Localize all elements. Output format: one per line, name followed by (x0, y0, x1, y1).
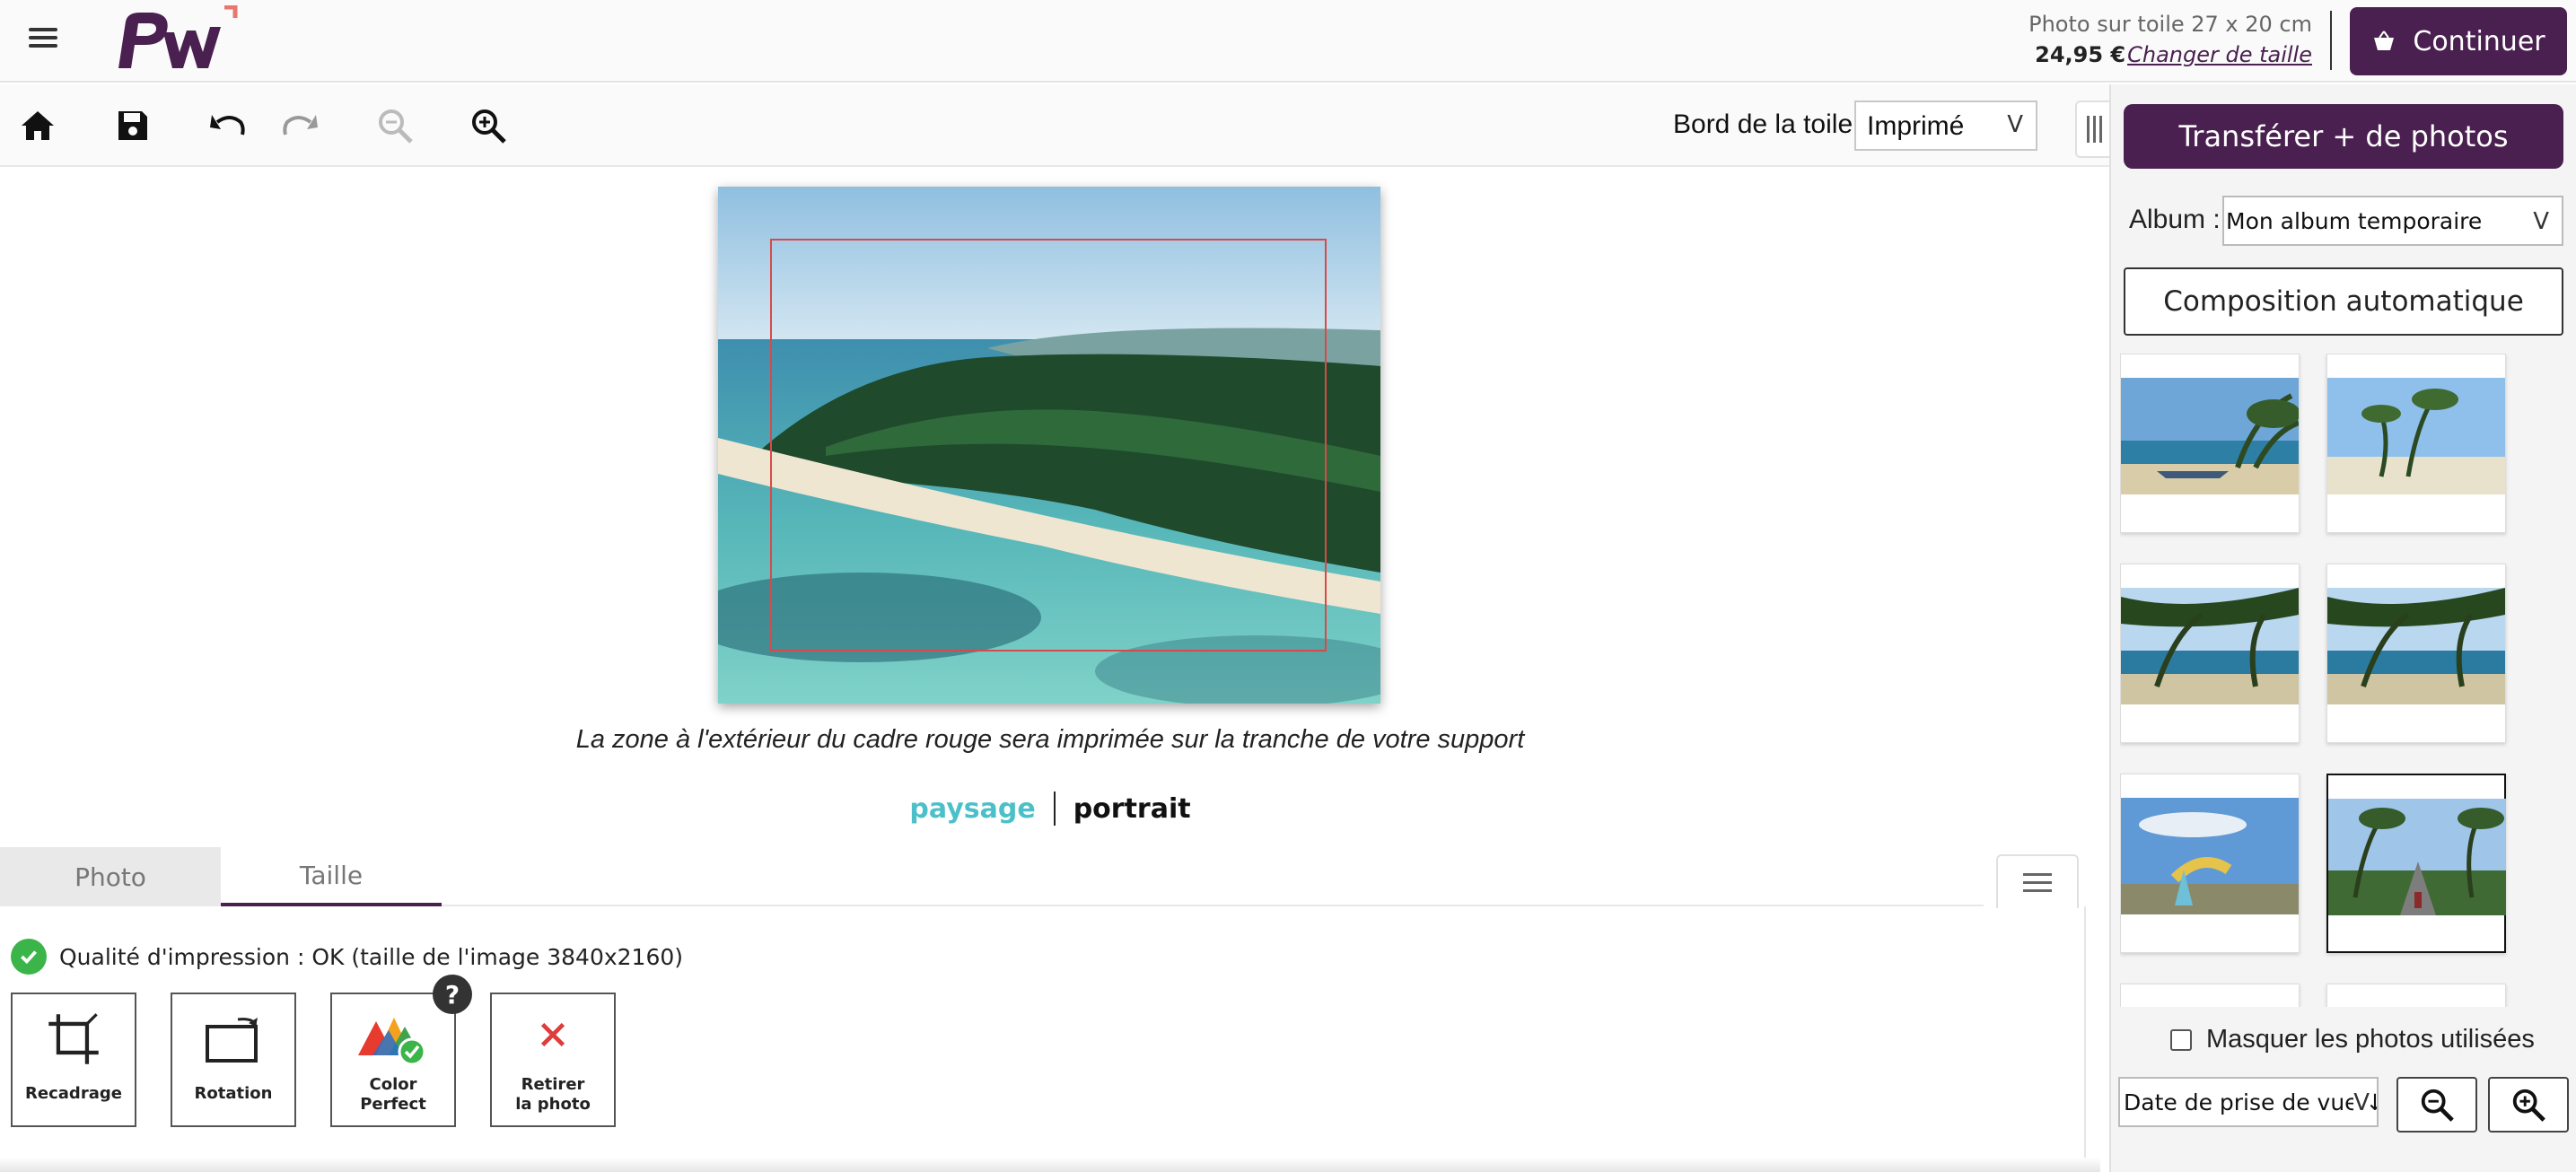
pw-logo[interactable] (101, 4, 244, 77)
photo-thumbnail-selected[interactable] (2326, 774, 2506, 953)
hide-used-label: Masquer les photos utilisées (2206, 1025, 2535, 1054)
remove-photo-button[interactable]: Retirer la photo (490, 993, 616, 1127)
photo-thumbnail-grid (2120, 354, 2569, 1007)
tab-photo[interactable]: Photo (0, 847, 221, 906)
photo-thumbnail[interactable] (2326, 564, 2506, 743)
crop-label: Recadrage (25, 1084, 122, 1103)
remove-photo-label-2: la photo (515, 1095, 591, 1114)
rotate-button[interactable]: Rotation (171, 993, 296, 1127)
thumbnail-image (2328, 799, 2506, 915)
remove-photo-label-1: Retirer (521, 1075, 585, 1094)
zoom-in-icon (2512, 1089, 2545, 1122)
editor-toolbar: Bord de la toile : Imprimé V (0, 84, 2109, 167)
photo-thumbnail[interactable] (2120, 984, 2300, 1007)
sort-select-value: Date de prise de vue ↓ (2124, 1089, 2379, 1115)
upload-photos-button[interactable]: Transférer + de photos (2124, 104, 2563, 169)
zoom-in-icon[interactable] (463, 101, 513, 151)
crop-button[interactable]: Recadrage (11, 993, 136, 1127)
change-size-link[interactable]: Changer de taille (2127, 42, 2312, 67)
print-quality-text: Qualité d'impression : OK (taille de l'i… (59, 943, 684, 970)
continue-label: Continuer (2413, 25, 2545, 57)
thumbnail-image (2121, 798, 2299, 914)
photo-thumbnail[interactable] (2326, 984, 2506, 1007)
border-select[interactable]: Imprimé V (1854, 101, 2037, 151)
chevron-down-icon: V (2007, 111, 2023, 138)
tab-size[interactable]: Taille (221, 847, 442, 906)
canvas-photo[interactable] (718, 187, 1380, 704)
album-label: Album : (2129, 205, 2221, 234)
product-info: Photo sur toile 27 x 20 cm 24,95 €Change… (2028, 9, 2312, 70)
top-bar: Photo sur toile 27 x 20 cm 24,95 €Change… (0, 0, 2576, 83)
product-price: 24,95 €Changer de taille (2028, 39, 2312, 70)
zoom-out-icon[interactable] (370, 101, 420, 151)
orientation-divider (1053, 792, 1056, 826)
album-select-value: Mon album temporaire (2226, 208, 2483, 234)
photo-thumbnail[interactable] (2120, 564, 2300, 743)
redo-icon[interactable] (275, 101, 325, 151)
color-perfect-button[interactable]: Color Perfect (330, 993, 456, 1127)
undo-icon[interactable] (203, 101, 253, 151)
orientation-portrait[interactable]: portrait (1073, 793, 1191, 825)
bottom-tabs: Photo Taille (0, 847, 1984, 906)
rotate-label: Rotation (194, 1084, 273, 1103)
border-select-value: Imprimé (1867, 111, 1965, 141)
album-select[interactable]: Mon album temporaire V (2222, 196, 2563, 246)
bottom-divider (2084, 906, 2086, 1158)
photo-thumbnail[interactable] (2326, 354, 2506, 533)
auto-composition-button[interactable]: Composition automatique (2124, 267, 2563, 336)
color-perfect-label-2: Perfect (360, 1095, 426, 1114)
save-icon[interactable] (108, 101, 158, 151)
hamburger-menu-icon[interactable] (25, 23, 61, 59)
thumbnail-zoom-in-button[interactable] (2488, 1077, 2569, 1133)
thumbnail-zoom-out-button[interactable] (2396, 1077, 2477, 1133)
price-value: 24,95 € (2035, 42, 2126, 67)
rotate-icon (202, 994, 265, 1084)
print-quality: Qualité d'impression : OK (taille de l'i… (11, 939, 683, 975)
photo-sidebar: Transférer + de photos Album : Mon album… (2109, 84, 2576, 1172)
thumbnail-image (2121, 588, 2299, 704)
canvas-area: La zone à l'extérieur du cadre rouge ser… (0, 169, 2109, 847)
hide-used-checkbox[interactable] (2170, 1028, 2192, 1051)
header-divider (2330, 11, 2332, 70)
crop-icon (45, 994, 102, 1084)
orientation-switch: paysage portrait (0, 792, 2100, 826)
color-perfect-icon (353, 994, 434, 1075)
color-perfect-label-1: Color (369, 1075, 417, 1094)
zoom-out-icon (2421, 1089, 2454, 1122)
check-circle-icon (11, 939, 47, 975)
continue-button[interactable]: Continuer (2350, 7, 2567, 75)
close-icon (536, 994, 570, 1075)
safe-zone-frame (770, 239, 1327, 652)
photo-thumbnail[interactable] (2120, 774, 2300, 953)
thumbnail-image (2327, 588, 2505, 704)
sort-select[interactable]: Date de prise de vue ↓ V (2118, 1077, 2379, 1127)
orientation-landscape[interactable]: paysage (909, 793, 1035, 825)
chevron-down-icon: V (2533, 208, 2549, 235)
home-icon[interactable] (13, 101, 63, 151)
photo-thumbnail[interactable] (2120, 354, 2300, 533)
panel-splitter-handle[interactable] (2075, 101, 2111, 158)
border-label: Bord de la toile : (1673, 109, 1868, 139)
canvas-caption: La zone à l'extérieur du cadre rouge ser… (575, 725, 1525, 754)
bottom-edge (0, 1158, 2100, 1172)
tab-menu-icon[interactable] (1996, 854, 2079, 908)
thumbnail-image (2327, 378, 2505, 494)
product-name: Photo sur toile 27 x 20 cm (2028, 12, 2312, 37)
hide-used-photos[interactable]: Masquer les photos utilisées (2170, 1025, 2535, 1054)
thumbnail-image (2121, 378, 2299, 494)
cart-icon (2374, 31, 2395, 50)
help-icon[interactable]: ? (433, 975, 472, 1014)
chevron-down-icon: V (2353, 1089, 2370, 1116)
